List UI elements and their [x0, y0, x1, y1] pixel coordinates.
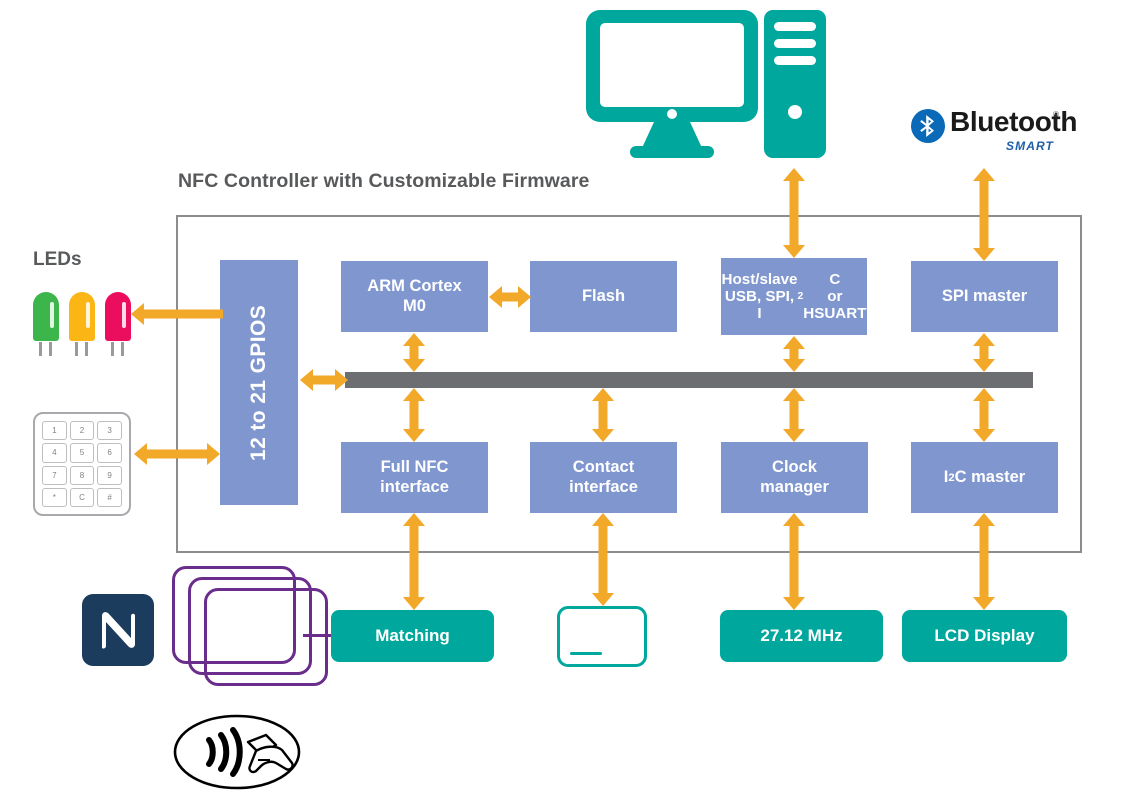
block-flash[interactable]: Flash: [530, 261, 677, 332]
arrow-keypad-to-gpios: [134, 443, 220, 465]
keypad-key[interactable]: 1: [42, 421, 67, 441]
keypad-key[interactable]: 3: [97, 421, 122, 441]
block-contact-interface[interactable]: Contact interface: [530, 442, 677, 513]
amber-led-icon: [69, 292, 95, 356]
bluetooth-smart-label: SMART: [1006, 139, 1054, 153]
keypad-key[interactable]: C: [69, 487, 95, 507]
keypad-key[interactable]: 6: [97, 443, 122, 463]
internal-bus-bar: [345, 372, 1033, 388]
keypad-key[interactable]: *: [42, 487, 67, 507]
block-full-nfc-interface[interactable]: Full NFC interface: [341, 442, 488, 513]
keypad-key[interactable]: 4: [42, 443, 67, 463]
green-led-icon: [33, 292, 59, 356]
block-gpios[interactable]: 12 to 21 GPIOS: [220, 260, 298, 505]
arrow-contact-to-smart-card: [592, 513, 614, 606]
peripheral-oscillator[interactable]: 27.12 MHz: [720, 610, 883, 662]
arrow-arm-to-bus: [403, 333, 425, 372]
peripheral-matching[interactable]: Matching: [331, 610, 494, 662]
arrow-bus-to-i2c-master: [973, 388, 995, 442]
arrow-full-nfc-to-matching: [403, 513, 425, 610]
arrow-arm-to-flash: [489, 286, 531, 308]
desktop-computer-icon: [584, 8, 834, 160]
arrow-i2c-master-to-lcd: [973, 513, 995, 610]
leds-group: [33, 292, 133, 358]
contactless-payment-icon: [172, 713, 302, 791]
bluetooth-logo-icon: Bluetooth ® SMART: [910, 106, 1077, 160]
block-host-slave-interface[interactable]: Host/slave USB, SPI, I 2 Cor HSUART: [721, 258, 867, 335]
arrow-host-to-bus: [783, 336, 805, 372]
arrow-spi-master-to-bluetooth: [973, 168, 995, 261]
keypad-key[interactable]: #: [97, 487, 122, 507]
arrow-gpios-to-leds: [131, 303, 223, 325]
nfc-logo-icon: [82, 594, 154, 666]
block-clock-manager[interactable]: Clock manager: [721, 442, 868, 513]
block-spi-master[interactable]: SPI master: [911, 261, 1058, 332]
arrow-bus-to-clock-manager: [783, 388, 805, 442]
keypad-key[interactable]: 2: [69, 421, 95, 441]
block-i2c-master[interactable]: I2C master: [911, 442, 1058, 513]
arrow-bus-to-contact: [592, 388, 614, 442]
keypad-key[interactable]: 8: [69, 465, 95, 485]
arrow-bus-to-full-nfc: [403, 388, 425, 442]
page-title: NFC Controller with Customizable Firmwar…: [178, 170, 590, 192]
keypad-key[interactable]: 7: [42, 465, 67, 485]
keypad-icon[interactable]: 1 2 3 4 5 6 7 8 9 * C #: [33, 412, 131, 516]
antenna-to-matching-wire: [303, 634, 333, 637]
smart-card-contact-stripe: [570, 651, 602, 655]
arrow-host-to-computer: [783, 168, 805, 258]
arrow-gpios-to-bus: [300, 369, 348, 391]
block-arm-cortex-m0[interactable]: ARM Cortex M0: [341, 261, 488, 332]
smart-card-icon[interactable]: [557, 606, 647, 667]
registered-mark: ®: [1053, 110, 1059, 119]
arrow-spi-master-to-bus: [973, 333, 995, 372]
keypad-key[interactable]: 5: [69, 443, 95, 463]
keypad-key[interactable]: 9: [97, 465, 122, 485]
peripheral-lcd-display[interactable]: LCD Display: [902, 610, 1067, 662]
nfc-antenna-coil-icon: [172, 566, 328, 688]
arrow-clock-manager-to-oscillator: [783, 513, 805, 610]
magenta-led-icon: [105, 292, 131, 356]
leds-label: LEDs: [33, 249, 82, 270]
